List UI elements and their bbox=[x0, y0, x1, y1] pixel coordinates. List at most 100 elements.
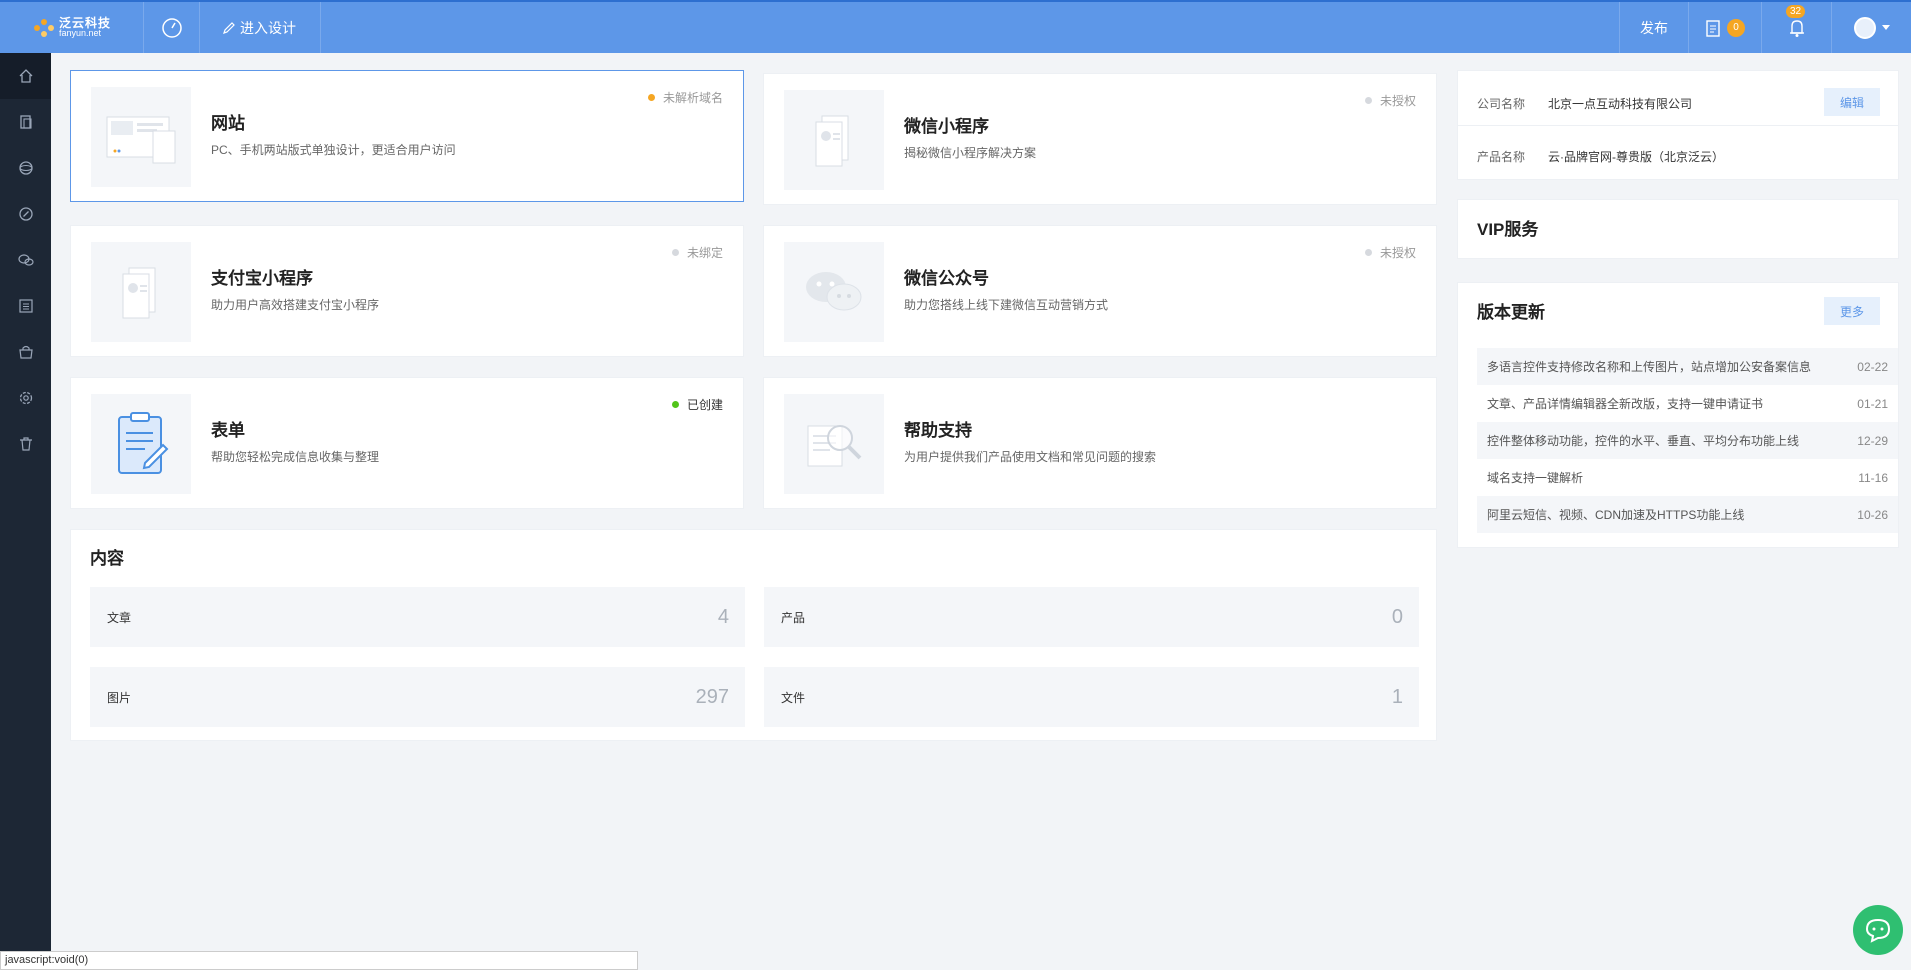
card-description: 揭秘微信小程序解决方案 bbox=[904, 146, 1037, 160]
stat-label: 产品 bbox=[781, 610, 806, 625]
caret-down-icon bbox=[1881, 24, 1890, 30]
pages-icon bbox=[19, 115, 32, 129]
status-dot bbox=[1364, 97, 1372, 104]
update-item[interactable]: 文章、产品详情编辑器全新改版，支持一键申请证书 01-21 bbox=[1477, 385, 1898, 422]
card-title: 微信小程序 bbox=[904, 117, 989, 136]
logo-text: 泛云科技 bbox=[59, 15, 112, 30]
status-dot bbox=[1364, 249, 1372, 256]
update-text: 域名支持一键解析 bbox=[1487, 471, 1584, 485]
card-description: 为用户提供我们产品使用文档和常见问题的搜索 bbox=[904, 450, 1157, 464]
dashboard-button[interactable] bbox=[144, 2, 200, 53]
stat-value: 1 bbox=[1391, 685, 1403, 708]
update-text: 控件整体移动功能，控件的水平、垂直、平均分布功能上线 bbox=[1487, 434, 1800, 448]
product-card-alipay-miniprogram[interactable]: 支付宝小程序 助力用户高效搭建支付宝小程序 未绑定 bbox=[70, 225, 744, 357]
card-description: 助力用户高效搭建支付宝小程序 bbox=[211, 298, 380, 312]
update-text: 多语言控件支持修改名称和上传图片，站点增加公安备案信息 bbox=[1487, 360, 1812, 374]
stat-value: 297 bbox=[695, 685, 729, 708]
browser-status-bar: javascript:void(0) bbox=[0, 951, 638, 970]
edit-button[interactable]: 编辑 bbox=[1824, 88, 1880, 116]
product-card-help[interactable]: 帮助支持 为用户提供我们产品使用文档和常见问题的搜索 bbox=[763, 377, 1437, 509]
sidebar-item-settings[interactable] bbox=[0, 375, 51, 421]
stat-value: 0 bbox=[1391, 605, 1403, 628]
update-item[interactable]: 多语言控件支持修改名称和上传图片，站点增加公安备案信息 02-22 bbox=[1477, 348, 1898, 385]
wechat-icon bbox=[17, 254, 34, 266]
sidebar-item-shop[interactable] bbox=[0, 329, 51, 375]
status-badge: 未解析域名 bbox=[647, 89, 723, 106]
home-icon bbox=[19, 69, 32, 83]
updates-title: 版本更新 bbox=[1477, 303, 1545, 322]
publish-button[interactable]: 发布 bbox=[1619, 2, 1688, 53]
sidebar-item-globe[interactable] bbox=[0, 145, 51, 191]
sidebar-item-trash[interactable] bbox=[0, 421, 51, 467]
update-item[interactable]: 阿里云短信、视频、CDN加速及HTTPS功能上线 10-26 bbox=[1477, 496, 1898, 533]
miniprogram-illustration bbox=[784, 90, 884, 190]
product-card-website[interactable]: 网站 PC、手机两站版式单独设计，更适合用户访问 未解析域名 bbox=[70, 70, 744, 202]
more-button[interactable]: 更多 bbox=[1824, 297, 1880, 325]
product-card-wechat-miniprogram[interactable]: 微信小程序 揭秘微信小程序解决方案 未授权 bbox=[763, 73, 1437, 205]
link-icon bbox=[18, 207, 33, 221]
top-navbar: 泛云科技 fanyun.net 进入设计 发布 0 32 bbox=[0, 0, 1911, 53]
logo[interactable]: 泛云科技 fanyun.net bbox=[0, 2, 144, 53]
update-text: 文章、产品详情编辑器全新改版，支持一键申请证书 bbox=[1487, 397, 1764, 411]
stat-products[interactable]: 产品 0 bbox=[764, 587, 1419, 647]
orders-button[interactable]: 0 bbox=[1688, 2, 1761, 53]
status-dot bbox=[671, 249, 679, 256]
section-title: 内容 bbox=[90, 549, 124, 568]
notifications-button[interactable]: 32 bbox=[1761, 2, 1831, 53]
status-dot bbox=[671, 401, 679, 408]
card-title: 支付宝小程序 bbox=[211, 269, 313, 288]
status-badge: 未授权 bbox=[1364, 244, 1416, 261]
website-illustration bbox=[91, 87, 191, 187]
stat-label: 文件 bbox=[781, 690, 806, 705]
stat-articles[interactable]: 文章 4 bbox=[90, 587, 745, 647]
stat-files[interactable]: 文件 1 bbox=[764, 667, 1419, 727]
sidebar-item-home[interactable] bbox=[0, 53, 51, 99]
update-date: 10-26 bbox=[1857, 507, 1888, 522]
update-date: 11-16 bbox=[1858, 470, 1888, 485]
card-description: 帮助您轻松完成信息收集与整理 bbox=[211, 450, 380, 464]
update-date: 02-22 bbox=[1857, 359, 1888, 374]
scrollbar[interactable] bbox=[1904, 53, 1911, 970]
alipay-illustration bbox=[91, 242, 191, 342]
vip-panel[interactable]: VIP服务 bbox=[1457, 199, 1899, 259]
enter-design-label: 进入设计 bbox=[240, 19, 296, 36]
chat-button[interactable] bbox=[1853, 905, 1903, 955]
update-item[interactable]: 控件整体移动功能，控件的水平、垂直、平均分布功能上线 12-29 bbox=[1477, 422, 1898, 459]
search-doc-illustration bbox=[784, 394, 884, 494]
clipboard-icon bbox=[1706, 19, 1720, 37]
status-badge: 未绑定 bbox=[671, 244, 723, 261]
vip-title: VIP服务 bbox=[1477, 220, 1539, 239]
product-name-row: 产品名称 云·品牌官网-尊贵版（北京泛云） bbox=[1477, 148, 1724, 165]
card-title: 网站 bbox=[211, 114, 245, 133]
list-icon bbox=[18, 299, 33, 313]
enter-design-button[interactable]: 进入设计 bbox=[200, 2, 321, 53]
company-name-row: 公司名称 北京一点互动科技有限公司 bbox=[1477, 95, 1692, 112]
content-panel: 内容 文章 4 产品 0 图片 297 文件 1 bbox=[70, 529, 1437, 741]
stat-images[interactable]: 图片 297 bbox=[90, 667, 745, 727]
product-card-wechat-official[interactable]: 微信公众号 助力您搭线上线下建微信互动营销方式 未授权 bbox=[763, 225, 1437, 357]
company-info-panel: 公司名称 北京一点互动科技有限公司 编辑 产品名称 云·品牌官网-尊贵版（北京泛… bbox=[1457, 70, 1899, 180]
user-menu[interactable] bbox=[1831, 2, 1911, 53]
form-clipboard-icon bbox=[91, 394, 191, 494]
sidebar-item-pages[interactable] bbox=[0, 99, 51, 145]
company-name-value: 北京一点互动科技有限公司 bbox=[1548, 97, 1693, 111]
update-date: 12-29 bbox=[1857, 433, 1888, 448]
product-card-form[interactable]: 表单 帮助您轻松完成信息收集与整理 已创建 bbox=[70, 377, 744, 509]
sidebar-item-list[interactable] bbox=[0, 283, 51, 329]
update-item[interactable]: 域名支持一键解析 11-16 bbox=[1477, 459, 1898, 496]
status-badge: 未授权 bbox=[1364, 92, 1416, 109]
sidebar-item-link[interactable] bbox=[0, 191, 51, 237]
sidebar-item-wechat[interactable] bbox=[0, 237, 51, 283]
stat-label: 图片 bbox=[107, 690, 132, 705]
update-text: 阿里云短信、视频、CDN加速及HTTPS功能上线 bbox=[1487, 508, 1745, 522]
status-dot bbox=[647, 94, 655, 101]
card-title: 微信公众号 bbox=[904, 269, 989, 288]
avatar bbox=[1853, 16, 1876, 39]
update-date: 01-21 bbox=[1857, 396, 1888, 411]
status-badge: 已创建 bbox=[671, 396, 723, 413]
bell-icon bbox=[1789, 19, 1804, 37]
chat-icon bbox=[1865, 918, 1891, 943]
product-name-value: 云·品牌官网-尊贵版（北京泛云） bbox=[1548, 150, 1724, 164]
card-description: PC、手机两站版式单独设计，更适合用户访问 bbox=[211, 143, 456, 157]
card-title: 帮助支持 bbox=[904, 421, 972, 440]
